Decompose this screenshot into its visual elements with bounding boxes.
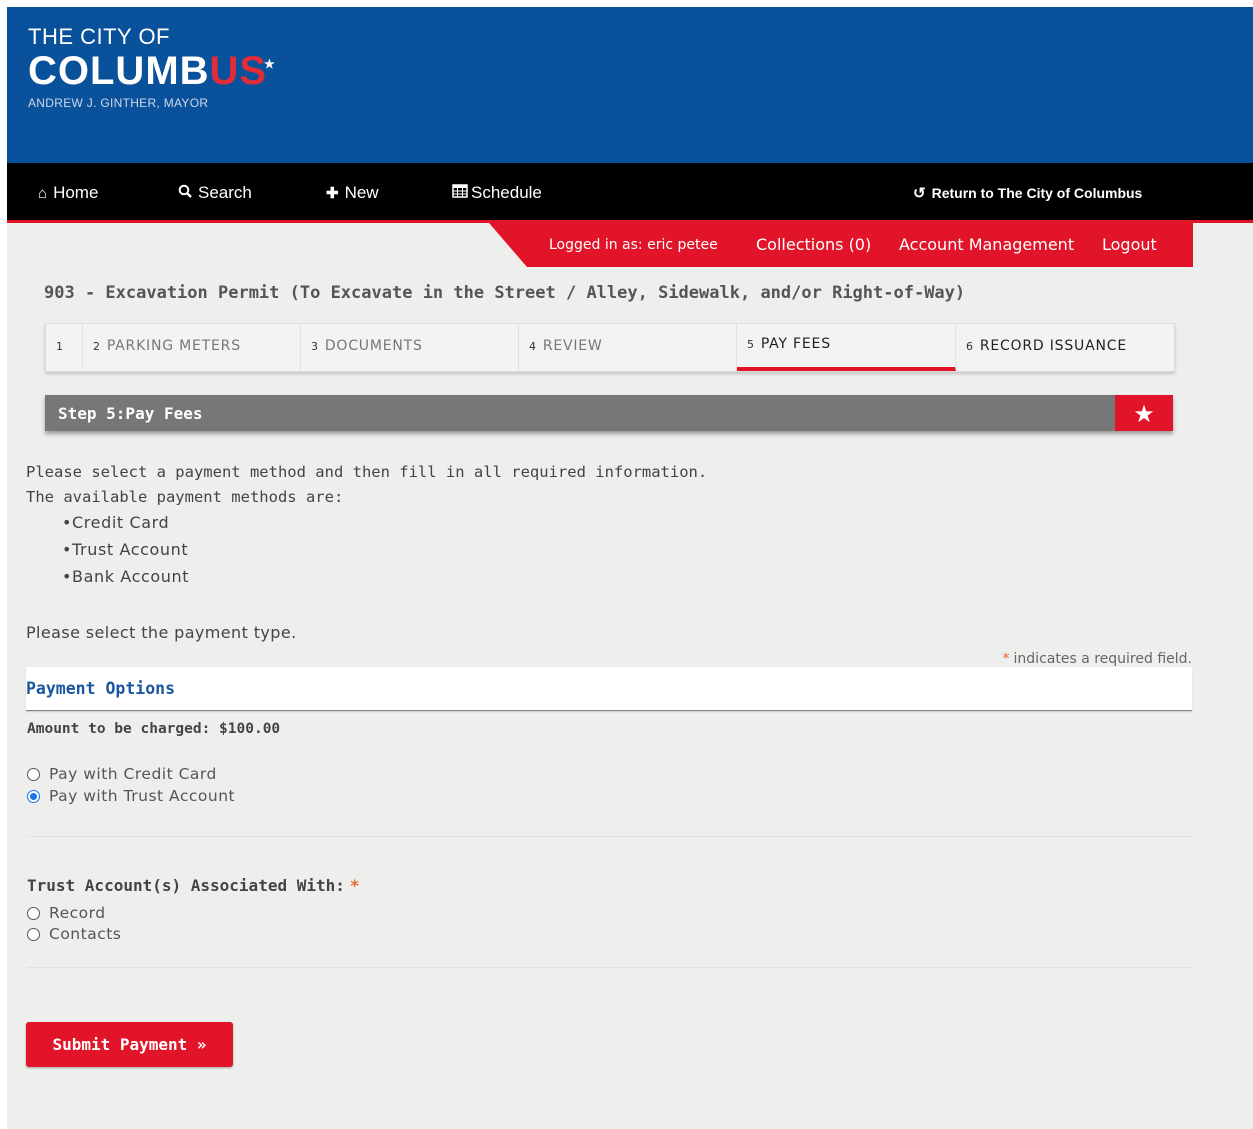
nav-schedule-label: Schedule bbox=[471, 183, 542, 202]
radio-trust-account-label: Pay with Trust Account bbox=[49, 787, 236, 805]
radio-credit-card-label: Pay with Credit Card bbox=[49, 765, 217, 783]
method-bank-account: •Bank Account bbox=[62, 567, 190, 586]
site-header: THE CITY OF COLUMBUS ★ ANDREW J. GINTHER,… bbox=[7, 7, 1253, 163]
nav-return[interactable]: ↺ Return to The City of Columbus bbox=[913, 163, 1142, 220]
nav-new[interactable]: ✚ New bbox=[326, 163, 379, 220]
step-header-label: Step 5:Pay Fees bbox=[58, 404, 203, 423]
search-icon bbox=[178, 164, 192, 224]
nav-schedule[interactable]: Schedule bbox=[452, 163, 542, 220]
step-6[interactable]: 6 RECORD ISSUANCE bbox=[956, 324, 1174, 371]
step-header-bar: Step 5:Pay Fees ★ bbox=[45, 395, 1173, 431]
divider bbox=[27, 836, 1193, 837]
trust-account-label-text: Trust Account(s) Associated With: bbox=[27, 876, 345, 895]
select-type-text: Please select the payment type. bbox=[26, 623, 297, 642]
step-2-label: PARKING METERS bbox=[106, 338, 241, 354]
payment-options-title: Payment Options bbox=[26, 679, 176, 698]
logo-us: US bbox=[209, 49, 268, 93]
radio-trust-account[interactable]: Pay with Trust Account bbox=[27, 786, 235, 806]
radio-contacts-button[interactable] bbox=[27, 927, 40, 941]
intro-line-1: Please select a payment method and then … bbox=[26, 463, 708, 481]
nav-return-label: Return to The City of Columbus bbox=[931, 185, 1143, 201]
step-6-label: RECORD ISSUANCE bbox=[979, 338, 1127, 354]
page-title: 903 - Excavation Permit (To Excavate in … bbox=[44, 283, 966, 303]
nav-home-label: Home bbox=[53, 183, 99, 202]
submit-payment-button[interactable]: Submit Payment » bbox=[26, 1022, 233, 1067]
step-2-num: 2 bbox=[93, 340, 101, 353]
step-5-label: PAY FEES bbox=[760, 336, 831, 352]
user-bar: Logged in as: eric petee Collections (0)… bbox=[489, 223, 1193, 267]
step-1-num: 1 bbox=[56, 340, 64, 353]
logged-in-label: Logged in as: eric petee bbox=[549, 237, 718, 253]
step-2[interactable]: 2 PARKING METERS bbox=[83, 324, 301, 371]
amount-to-charge: Amount to be charged: $100.00 bbox=[27, 721, 281, 737]
logo-star-icon: ★ bbox=[264, 57, 276, 71]
step-5[interactable]: 5 PAY FEES bbox=[737, 324, 956, 371]
nav-home[interactable]: ⌂ Home bbox=[38, 163, 98, 220]
plus-icon: ✚ bbox=[326, 185, 339, 202]
step-3-num: 3 bbox=[311, 340, 319, 353]
radio-record[interactable]: Record bbox=[27, 903, 106, 923]
star-icon: ★ bbox=[1115, 395, 1173, 431]
step-6-num: 6 bbox=[966, 340, 974, 353]
account-management-link[interactable]: Account Management bbox=[899, 215, 1074, 259]
intro-line-2: The available payment methods are: bbox=[26, 488, 344, 506]
step-4-label: REVIEW bbox=[542, 338, 603, 354]
required-note-text: indicates a required field. bbox=[1013, 651, 1192, 667]
divider bbox=[27, 967, 1193, 968]
step-tabs: 1 2 PARKING METERS 3 DOCUMENTS 4 REVIEW 5 PA… bbox=[45, 323, 1175, 372]
radio-record-button[interactable] bbox=[27, 906, 40, 920]
trust-required-asterisk: * bbox=[349, 876, 360, 895]
page-frame: THE CITY OF COLUMBUS ★ ANDREW J. GINTHER,… bbox=[7, 7, 1253, 1129]
radio-credit-card-button[interactable] bbox=[27, 767, 40, 781]
city-logo[interactable]: THE CITY OF COLUMBUS ★ ANDREW J. GINTHER,… bbox=[28, 24, 275, 111]
nav-search-label: Search bbox=[198, 183, 252, 202]
logo-mayor: ANDREW J. GINTHER, MAYOR bbox=[28, 96, 209, 110]
radio-contacts-label: Contacts bbox=[49, 925, 122, 943]
required-asterisk: * bbox=[1002, 651, 1010, 667]
method-credit-card: •Credit Card bbox=[62, 513, 170, 532]
step-4[interactable]: 4 REVIEW bbox=[519, 324, 737, 371]
radio-trust-account-button[interactable] bbox=[27, 789, 40, 803]
logo-line-1: THE CITY OF bbox=[28, 24, 170, 49]
payment-options-header: Payment Options bbox=[26, 667, 1192, 711]
radio-contacts[interactable]: Contacts bbox=[27, 924, 121, 944]
step-4-num: 4 bbox=[529, 340, 537, 353]
calendar-icon bbox=[452, 164, 468, 224]
logo-line-2: COLUMBUS ★ bbox=[28, 49, 275, 93]
collections-link[interactable]: Collections (0) bbox=[756, 215, 871, 259]
logout-link[interactable]: Logout bbox=[1102, 215, 1157, 259]
home-icon: ⌂ bbox=[38, 185, 48, 202]
logo-columb: COLUMB bbox=[28, 49, 210, 93]
radio-record-label: Record bbox=[49, 904, 106, 922]
trust-account-label: Trust Account(s) Associated With: * bbox=[27, 876, 360, 895]
step-1[interactable]: 1 bbox=[46, 324, 83, 371]
step-5-num: 5 bbox=[747, 338, 755, 351]
step-3-label: DOCUMENTS bbox=[324, 338, 423, 354]
step-3[interactable]: 3 DOCUMENTS bbox=[301, 324, 519, 371]
method-trust-account: •Trust Account bbox=[62, 540, 189, 559]
main-nav: ⌂ Home Search ✚ New Schedule ↺ Return to Th… bbox=[7, 163, 1253, 223]
nav-search[interactable]: Search bbox=[178, 163, 252, 220]
radio-credit-card[interactable]: Pay with Credit Card bbox=[27, 764, 217, 784]
required-note: * indicates a required field. bbox=[1003, 651, 1192, 667]
nav-new-label: New bbox=[344, 183, 379, 202]
